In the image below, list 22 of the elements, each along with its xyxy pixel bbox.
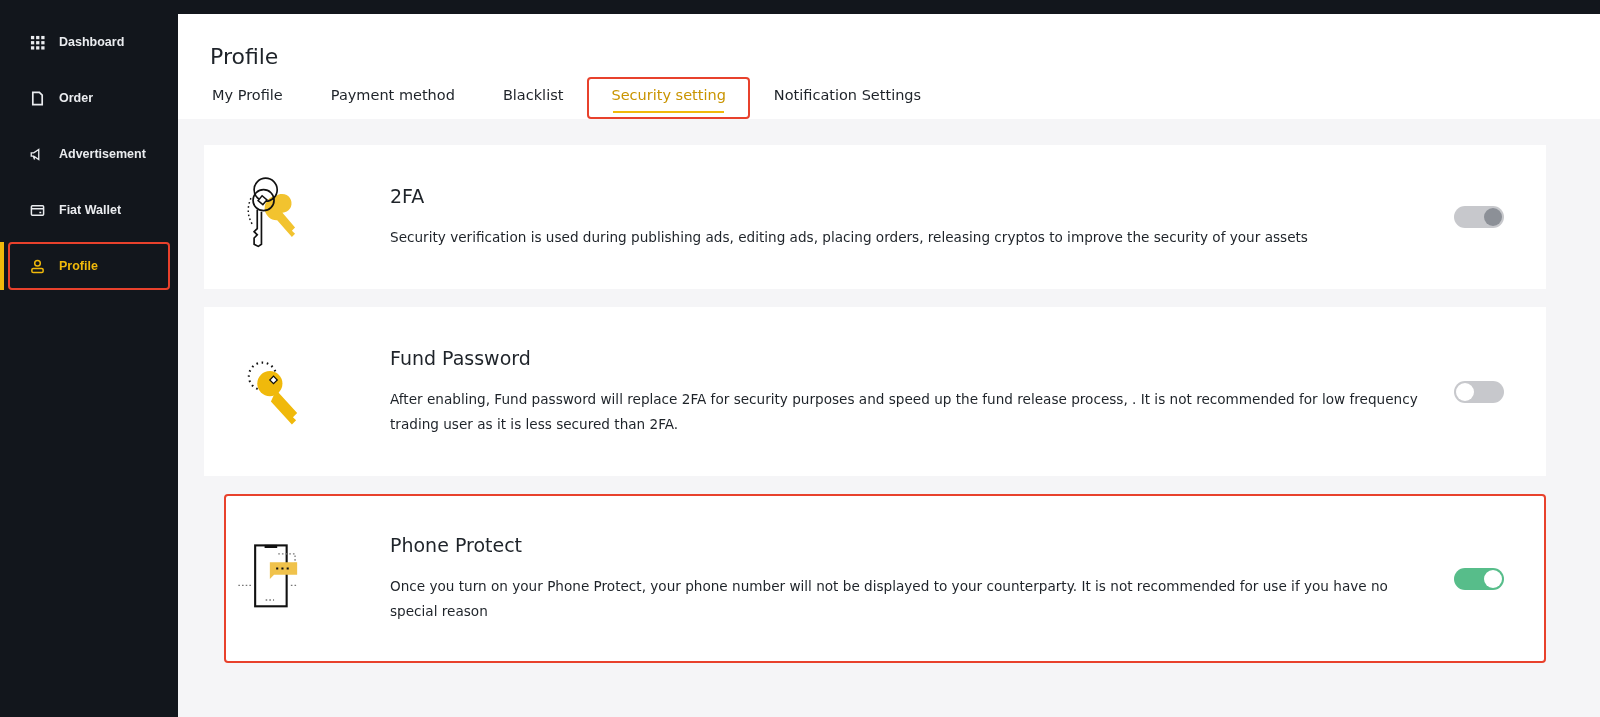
sidebar-item[interactable]: Advertisement [8, 130, 170, 178]
setting-title: Fund Password [390, 346, 532, 369]
tab[interactable]: My Profile [210, 77, 285, 119]
active-indicator [0, 242, 4, 290]
toggle-switch[interactable] [1454, 380, 1504, 403]
page-title: Profile [210, 44, 280, 69]
sidebar-item[interactable]: Order [8, 74, 170, 122]
sidebar-item[interactable]: Fiat Wallet [8, 186, 170, 234]
grid-icon [30, 34, 45, 50]
tab[interactable]: Notification Settings [771, 77, 924, 119]
toggle-switch[interactable] [1454, 567, 1504, 590]
sidebar-item[interactable]: Dashboard [8, 18, 170, 66]
setting-title: Phone Protect [390, 533, 524, 556]
wallet-icon [30, 202, 45, 218]
person-icon [30, 258, 45, 274]
document-icon [30, 90, 45, 106]
tab[interactable]: Blacklist [500, 77, 566, 119]
tab[interactable]: Payment method [328, 77, 457, 119]
setting-title: 2FA [390, 184, 426, 207]
setting-description: After enabling, Fund password will replace 2FA for security purposes and speed up the fund release process, . It is not recommended for low frequency trading user as it is less secured than 2FA. [390, 389, 1419, 434]
setting-description: Security verification is used during publishing ads, editing ads, placing orders, releasing cryptos to improve the security of your assets [390, 227, 1309, 247]
setting-description: Once you turn on your Phone Protect, your phone number will not be displayed to your counterparty. It is not recommended for use if you have no special reason [390, 576, 1389, 621]
